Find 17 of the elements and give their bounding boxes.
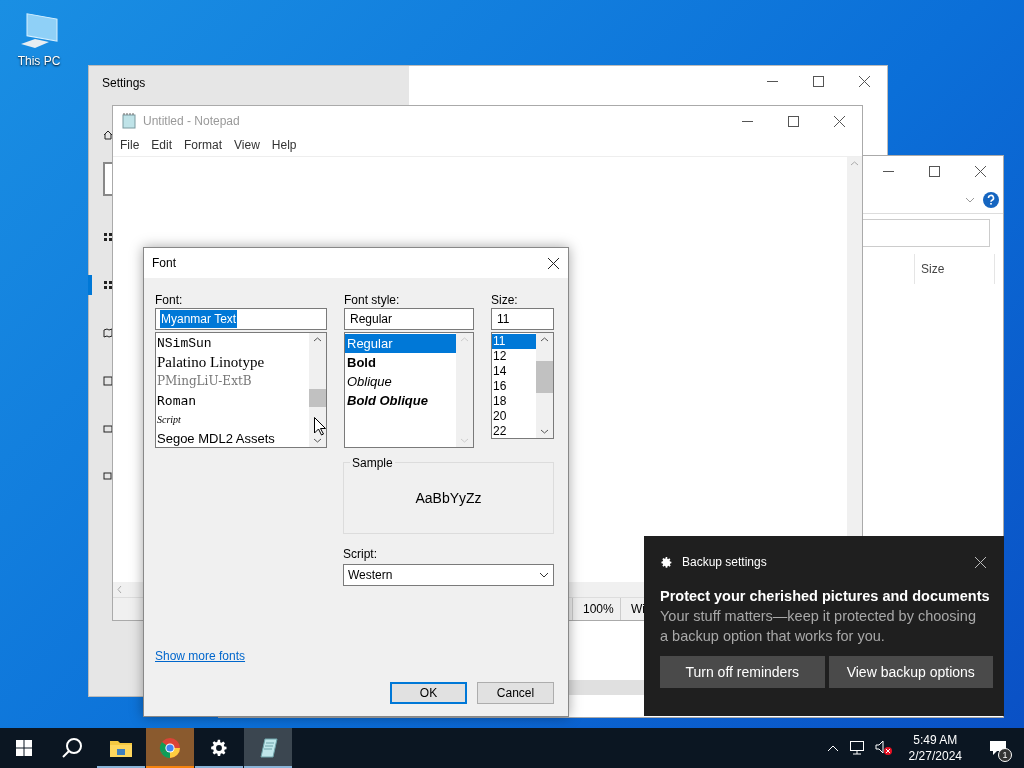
status-text: 100% [572,598,620,620]
notification-source: Backup settings [682,554,767,571]
dropdown-value: Western [348,567,393,584]
field-value: 11 [496,311,511,328]
field-label: Size: [491,292,519,308]
window-title: Settings [102,75,146,92]
clock-time: 5:49 AM [913,732,958,748]
field-label: Font: [155,292,184,308]
window-title: Untitled - Notepad [143,113,240,130]
field-label: Font style: [344,292,401,308]
sample-text: AaBbYyZz [415,488,482,508]
dialog-title: Font [152,255,176,272]
notification-badge: 1 [998,748,1012,762]
field-value: Regular [349,311,394,328]
clock-date: 2/27/2024 [908,748,962,764]
field-value: Myanmar Text [160,310,238,328]
field-label: Script: [343,546,378,563]
